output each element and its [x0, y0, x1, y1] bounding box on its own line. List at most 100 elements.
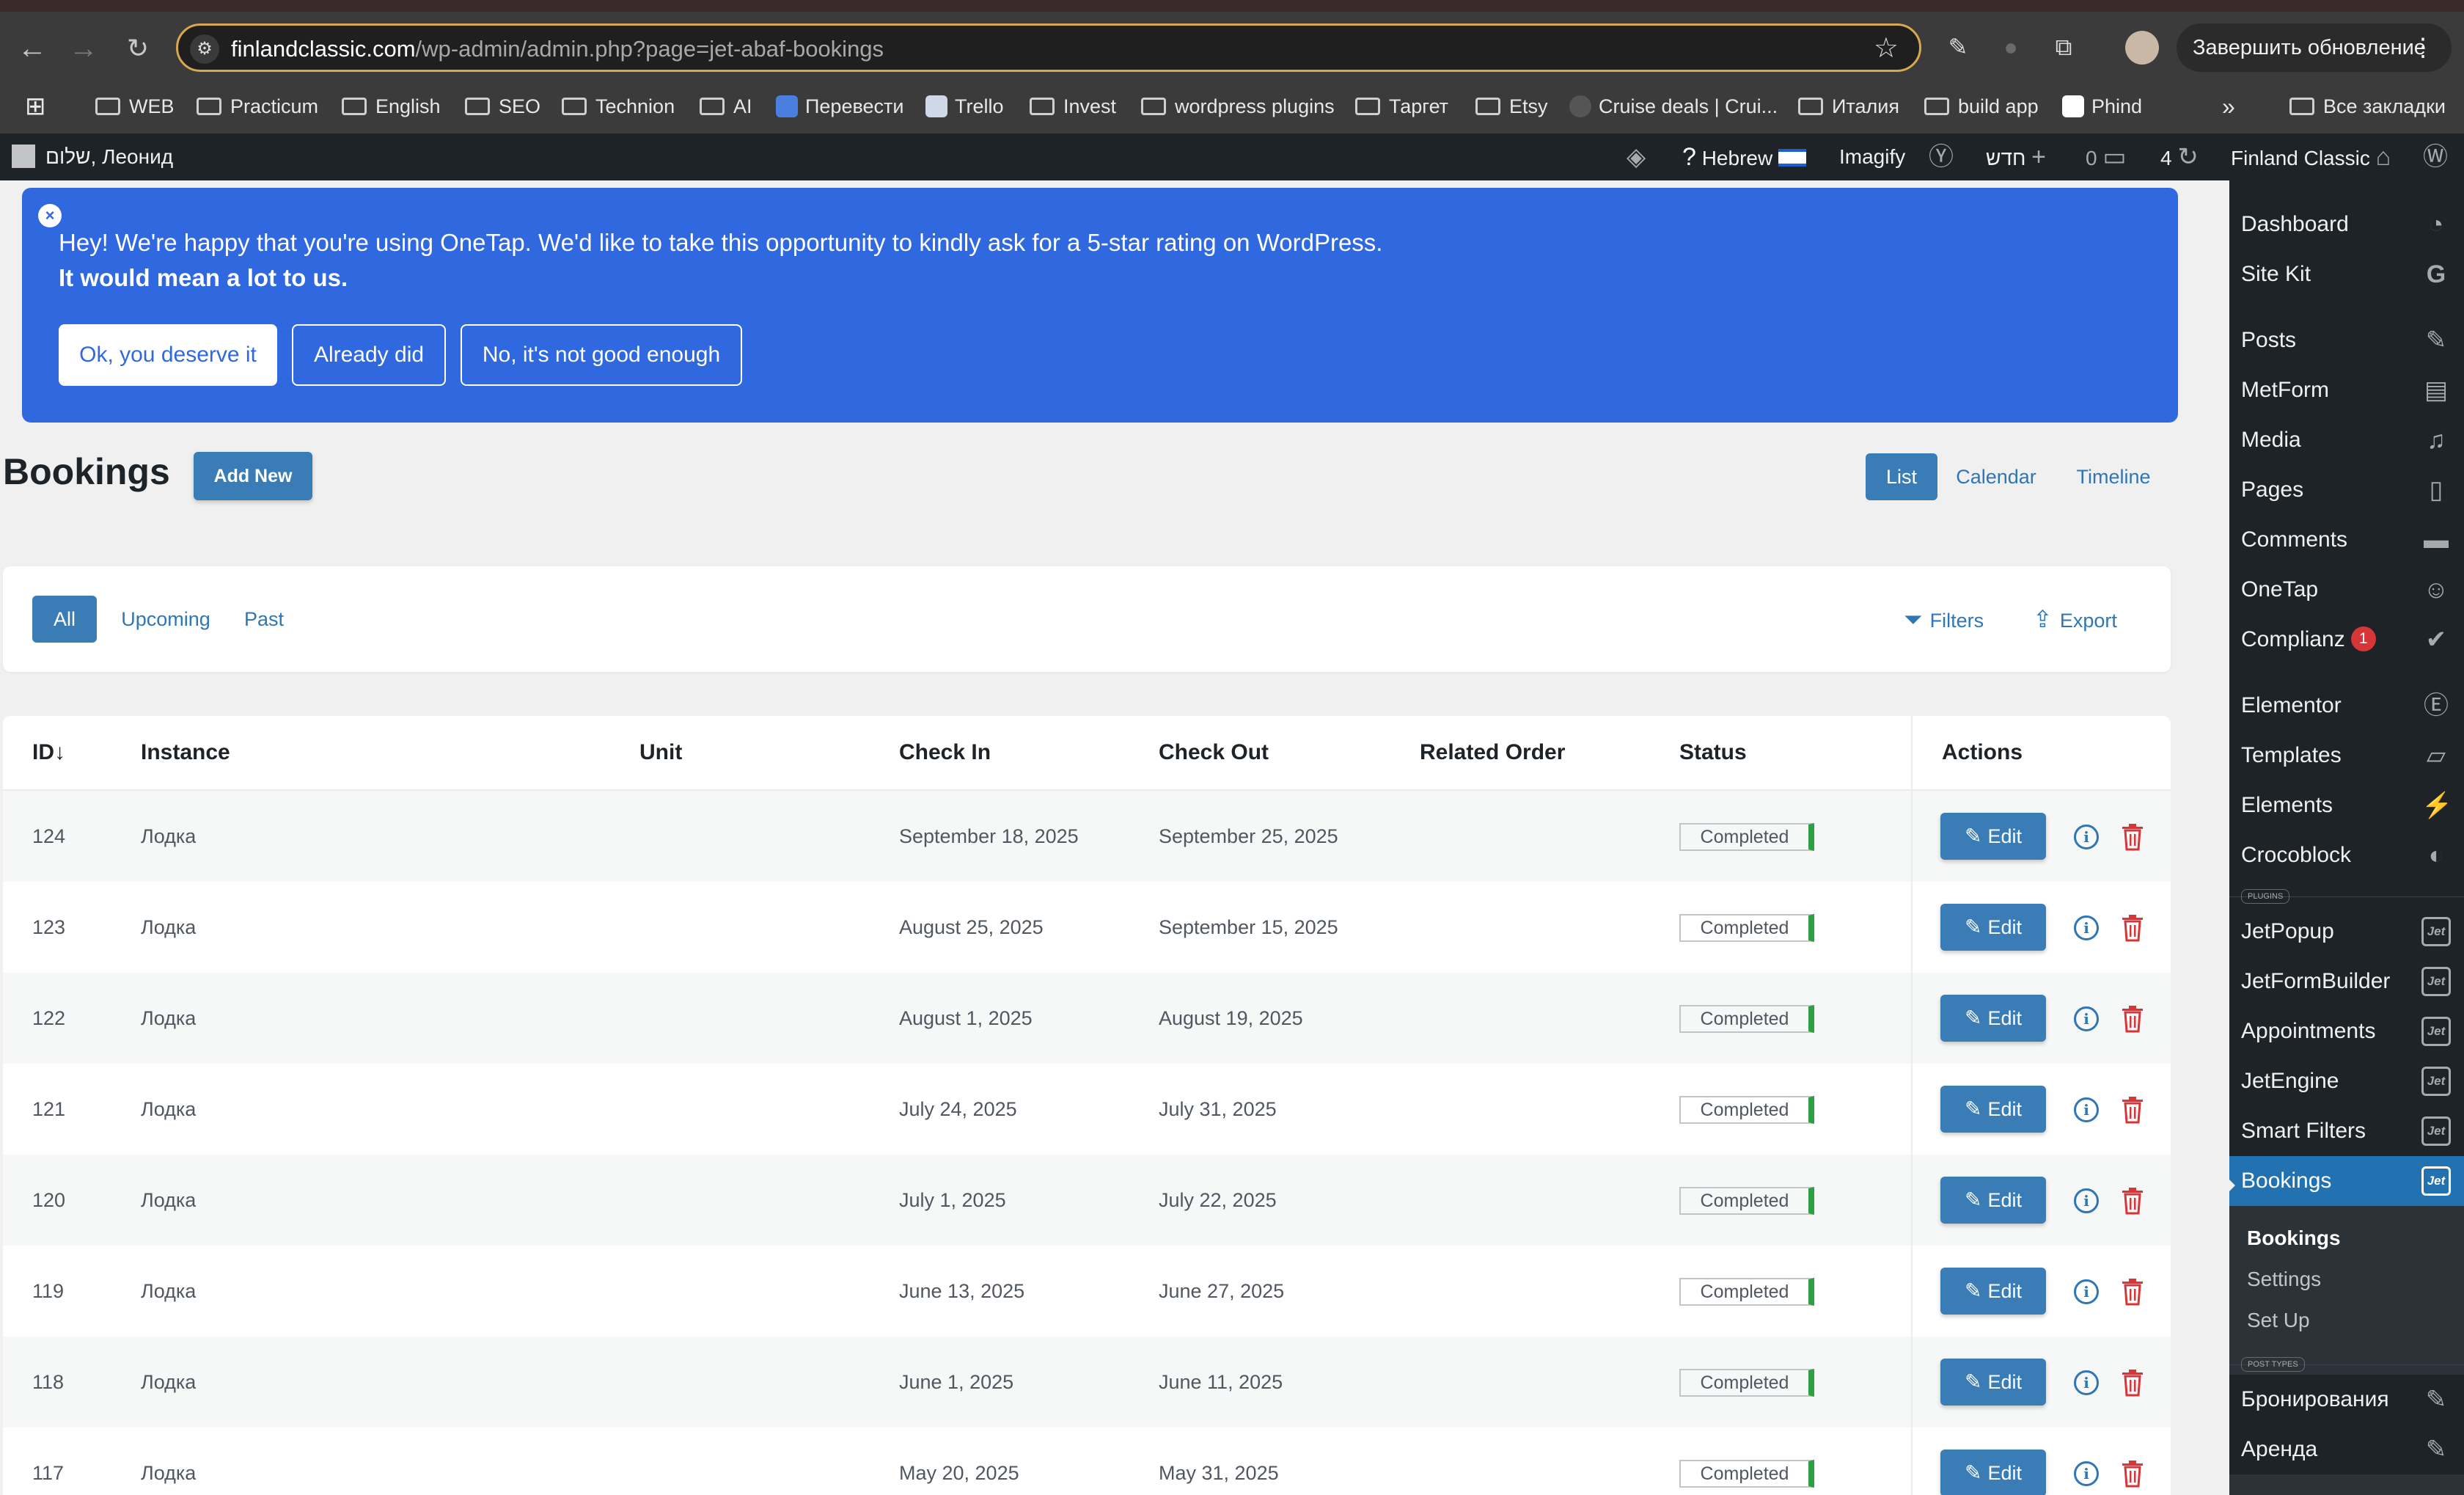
info-icon[interactable]: i [2074, 1370, 2099, 1395]
sidebar-item-site-kit[interactable]: Site Kit G [2229, 249, 2464, 299]
my-account[interactable]: שלום, Леонид [12, 134, 173, 180]
back-icon[interactable]: ← [12, 28, 53, 69]
sidebar-item-onetap[interactable]: OneTap ☺ [2229, 565, 2464, 615]
submenu-bookings[interactable]: Bookings [2247, 1218, 2341, 1259]
trash-icon[interactable] [2121, 823, 2144, 851]
trash-icon[interactable] [2121, 914, 2144, 942]
bookmark-folder[interactable]: Etsy [1475, 87, 1548, 126]
imagify-menu[interactable]: Imagify [1839, 134, 1905, 180]
all-bookmarks[interactable]: Все закладки [2289, 87, 2446, 126]
bookmark-folder[interactable]: AI [700, 87, 752, 126]
filter-tab-all[interactable]: All [32, 596, 97, 643]
forward-icon[interactable]: → [63, 28, 104, 69]
eyedropper-extension-icon[interactable]: ✎ [1942, 31, 1974, 63]
sidebar-item-elementor[interactable]: Elementor Ⓔ [2229, 681, 2464, 731]
edit-button[interactable]: ✎ Edit [1940, 1268, 2046, 1315]
trash-icon[interactable] [2121, 1369, 2144, 1397]
bookmark-link[interactable]: Cruise deals | Crui... [1569, 87, 1778, 126]
bookmark-link[interactable]: Перевести [776, 87, 903, 126]
reload-icon[interactable]: ↻ [117, 28, 158, 69]
export-button[interactable]: ⇪ Export [2033, 596, 2117, 643]
bookmark-folder[interactable]: English [342, 87, 441, 126]
filter-tab-upcoming[interactable]: Upcoming [114, 596, 217, 643]
wordpress-extension-icon[interactable]: ● [1995, 31, 2027, 63]
filter-tab-past[interactable]: Past [235, 596, 293, 643]
sidebar-item-dashboard[interactable]: Dashboard ◔ [2229, 200, 2464, 249]
bookmark-link[interactable]: Phind [2062, 87, 2142, 126]
bookmark-folder[interactable]: wordpress plugins [1141, 87, 1335, 126]
edit-button[interactable]: ✎ Edit [1940, 1359, 2046, 1406]
view-tab-list[interactable]: List [1866, 453, 1937, 500]
add-new-button[interactable]: Add New [194, 452, 312, 500]
edit-button[interactable]: ✎ Edit [1940, 813, 2046, 860]
site-name-menu[interactable]: Finland Classic ⌂ [2231, 134, 2391, 180]
bookmark-link[interactable]: Trello [925, 87, 1004, 126]
profile-avatar[interactable] [2125, 31, 2159, 65]
trash-icon[interactable] [2121, 1005, 2144, 1033]
sidebar-item-crocoblock[interactable]: Crocoblock ◐ [2229, 830, 2464, 880]
info-icon[interactable]: i [2074, 825, 2099, 849]
info-icon[interactable]: i [2074, 1461, 2099, 1486]
edit-button[interactable]: ✎ Edit [1940, 1177, 2046, 1224]
bookmark-folder[interactable]: Invest [1030, 87, 1116, 126]
already-rated-button[interactable]: Already did [292, 324, 446, 386]
sidebar-item-templates[interactable]: Templates ▱ [2229, 731, 2464, 781]
language-switcher[interactable]: ? Hebrew [1682, 134, 1806, 180]
info-icon[interactable]: i [2074, 915, 2099, 940]
rate-ok-button[interactable]: Ok, you deserve it [59, 324, 277, 386]
view-tab-timeline[interactable]: Timeline [2068, 453, 2159, 500]
sidebar-item-complianz[interactable]: Complianz 1 ✔ [2229, 615, 2464, 665]
update-browser-button[interactable]: Завершить обновление ⋮ [2177, 23, 2452, 72]
bookmark-folder[interactable]: Италия [1798, 87, 1899, 126]
sidebar-item-smart-filters[interactable]: Smart Filters Jet [2229, 1106, 2464, 1156]
site-info-icon[interactable]: ⚙ [190, 34, 219, 64]
updates-menu[interactable]: 4 ↻ [2160, 134, 2199, 180]
submenu-set-up[interactable]: Set Up [2247, 1300, 2310, 1341]
bookmark-folder[interactable]: Technion [562, 87, 675, 126]
trash-icon[interactable] [2121, 1460, 2144, 1488]
extensions-puzzle-icon[interactable]: ⧉ [2047, 31, 2080, 63]
filters-button[interactable]: ⏷ Filters [1904, 596, 1984, 643]
sidebar-item-arenda[interactable]: Аренда ✎ [2229, 1425, 2464, 1474]
sidebar-item-media[interactable]: Media ♫ [2229, 415, 2464, 465]
sidebar-item-bronirovaniya[interactable]: Бронирования ✎ [2229, 1375, 2464, 1425]
trash-icon[interactable] [2121, 1096, 2144, 1124]
bookmark-folder[interactable]: build app [1924, 87, 2039, 126]
info-icon[interactable]: i [2074, 1006, 2099, 1031]
sidebar-item-elements[interactable]: Elements ⚡ [2229, 781, 2464, 830]
sidebar-item-appointments[interactable]: Appointments Jet [2229, 1006, 2464, 1056]
wordpress-logo-icon[interactable]: Ⓦ [2423, 134, 2448, 180]
bookmark-folder[interactable]: Таргет [1355, 87, 1448, 126]
info-icon[interactable]: i [2074, 1188, 2099, 1213]
sidebar-item-comments[interactable]: Comments ▬ [2229, 515, 2464, 565]
edit-button[interactable]: ✎ Edit [1940, 995, 2046, 1042]
edit-button[interactable]: ✎ Edit [1940, 1450, 2046, 1495]
sidebar-item-jetpopup[interactable]: JetPopup Jet [2229, 907, 2464, 957]
sidebar-item-pages[interactable]: Pages ▯ [2229, 465, 2464, 515]
bookmark-folder[interactable]: WEB [95, 87, 175, 126]
yoast-icon[interactable]: Ⓨ [1929, 134, 1954, 180]
view-tab-calendar[interactable]: Calendar [1951, 453, 2042, 500]
sidebar-item-jetengine[interactable]: JetEngine Jet [2229, 1056, 2464, 1106]
submenu-settings[interactable]: Settings [2247, 1259, 2321, 1300]
url-text[interactable]: finlandclassic.com/wp-admin/admin.php?pa… [231, 36, 884, 62]
sidebar-item-jetformbuilder[interactable]: JetFormBuilder Jet [2229, 957, 2464, 1006]
sidebar-item-metform[interactable]: MetForm ▤ [2229, 365, 2464, 415]
edit-button[interactable]: ✎ Edit [1940, 904, 2046, 951]
new-content-menu[interactable]: חדש + [1986, 134, 2046, 180]
trash-icon[interactable] [2121, 1187, 2144, 1215]
info-icon[interactable]: i [2074, 1279, 2099, 1304]
more-menu-icon[interactable]: ⋮ [2410, 23, 2435, 72]
sidebar-item-bookings[interactable]: Bookings Jet [2229, 1156, 2464, 1206]
info-icon[interactable]: i [2074, 1097, 2099, 1122]
bookmarks-overflow-icon[interactable]: » [2222, 87, 2235, 126]
close-icon[interactable]: × [38, 204, 62, 227]
address-bar[interactable]: ⚙ finlandclassic.com/wp-admin/admin.php?… [176, 23, 1921, 72]
bookmark-folder[interactable]: SEO [465, 87, 540, 126]
not-good-enough-button[interactable]: No, it's not good enough [461, 324, 742, 386]
edit-button[interactable]: ✎ Edit [1940, 1086, 2046, 1133]
diamond-icon[interactable]: ◈ [1627, 134, 1646, 180]
apps-grid-icon[interactable]: ⊞ [25, 87, 46, 126]
sidebar-item-posts[interactable]: Posts ✎ [2229, 315, 2464, 365]
column-header-id[interactable]: ID↓ [32, 716, 65, 789]
